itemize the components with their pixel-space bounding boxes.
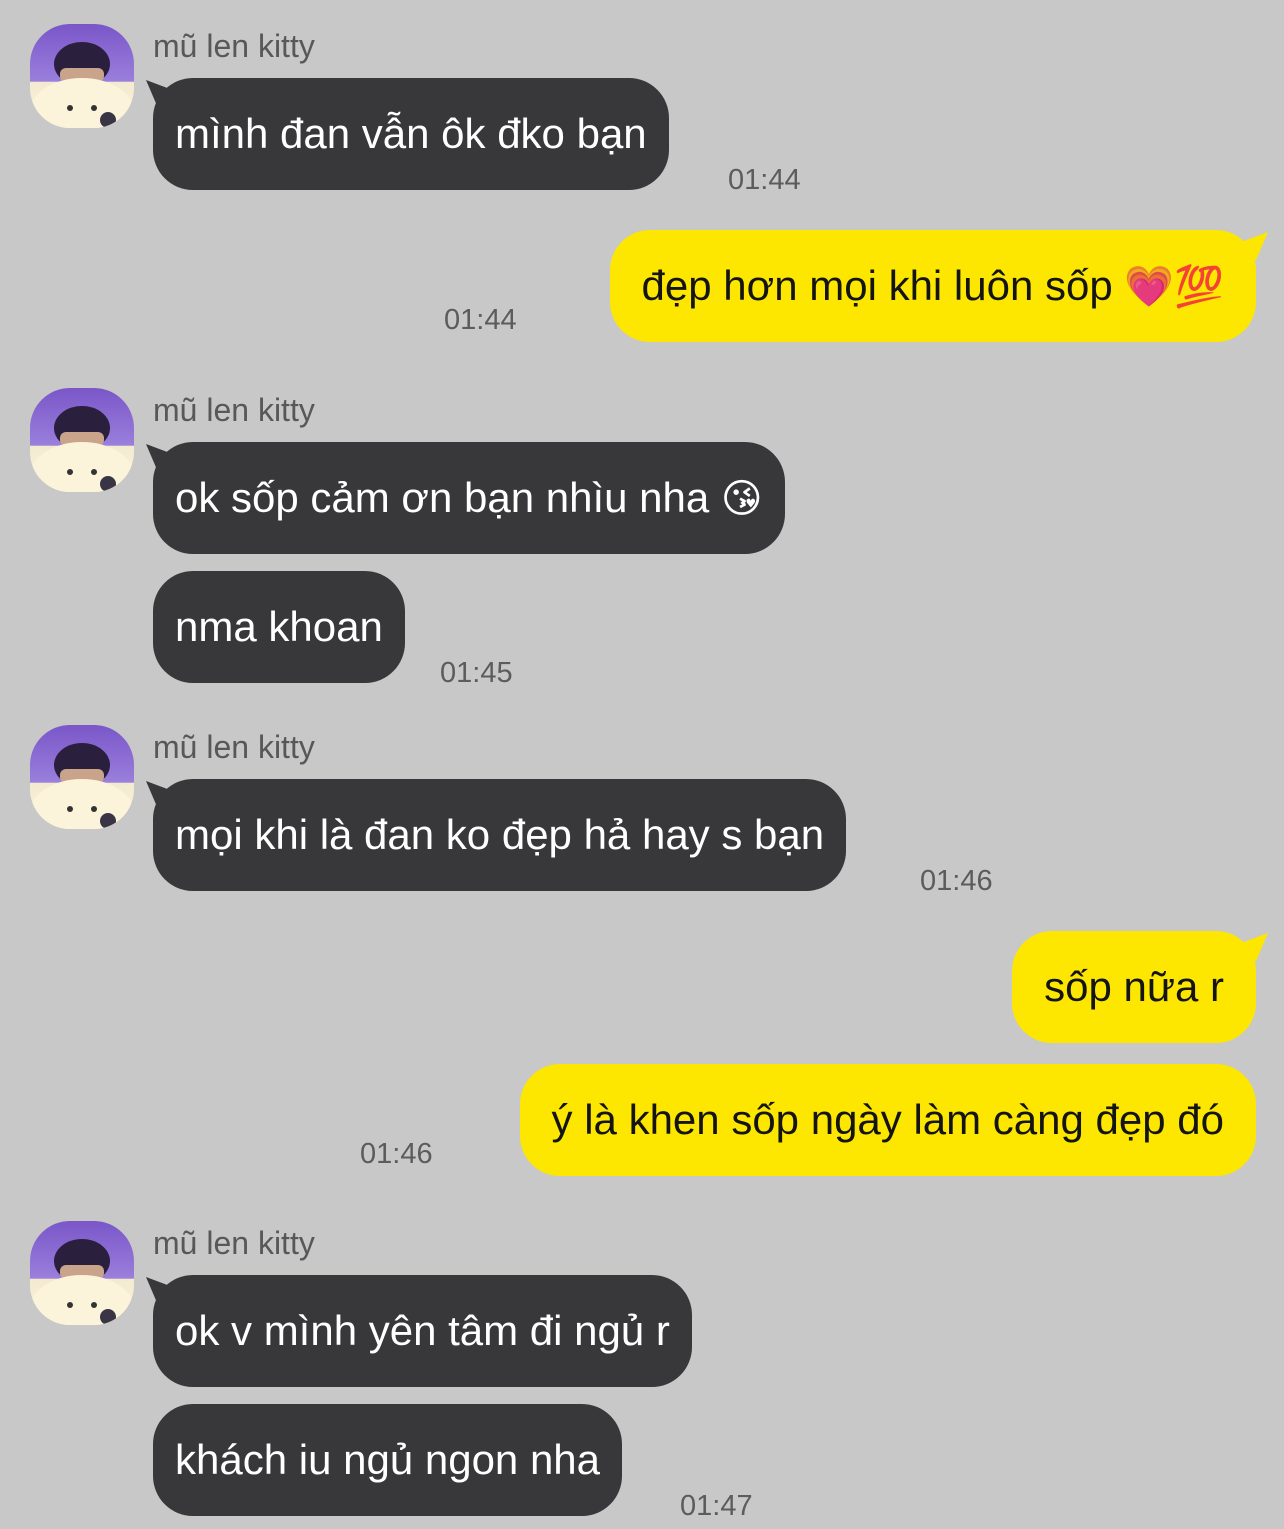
incoming-message-bubble[interactable]: khách iu ngủ ngon nha [153, 1404, 623, 1516]
incoming-message-bubble[interactable]: ok v mình yên tâm đi ngủ r [153, 1275, 692, 1387]
user-avatar-icon [30, 1239, 134, 1325]
sender-name: mũ len kitty [153, 729, 315, 765]
kiss-face-emoji: 😘 [720, 476, 763, 522]
sender-avatar[interactable] [30, 725, 134, 829]
incoming-message-bubble[interactable]: mọi khi là đan ko đẹp hả hay s bạn [153, 779, 847, 891]
message-text: ok v mình yên tâm đi ngủ r [175, 1307, 670, 1354]
user-avatar-icon [30, 406, 134, 492]
message-timestamp: 01:46 [360, 1138, 433, 1170]
sender-avatar[interactable] [30, 388, 134, 492]
incoming-message-bubble[interactable]: ok sốp cảm ơn bạn nhìu nha 😘 [153, 442, 785, 554]
outgoing-message-bubble[interactable]: đẹp hơn mọi khi luôn sốp 💗💯 [609, 230, 1256, 342]
message-timestamp: 01:44 [444, 304, 517, 336]
message-text: đẹp hơn mọi khi luôn sốp [641, 262, 1113, 309]
heart-hundred-emoji: 💗💯 [1124, 264, 1224, 310]
chat-screen: { "conversation": { "groups": [ { "sende… [0, 0, 1284, 1529]
message-text: mọi khi là đan ko đẹp hả hay s bạn [175, 811, 825, 858]
incoming-message-bubble[interactable]: mình đan vẫn ôk đko bạn [153, 78, 669, 190]
message-text: khách iu ngủ ngon nha [175, 1436, 601, 1483]
message-timestamp: 01:44 [728, 164, 801, 196]
message-text: sốp nữa r [1044, 963, 1224, 1010]
message-text: nma khoan [175, 603, 383, 650]
sender-avatar[interactable] [30, 1221, 134, 1325]
sender-name: mũ len kitty [153, 1225, 315, 1261]
sender-name: mũ len kitty [153, 392, 315, 428]
message-timestamp: 01:47 [680, 1490, 753, 1522]
user-avatar-icon [30, 743, 134, 829]
message-text: ý là khen sốp ngày làm càng đẹp đó [551, 1096, 1224, 1143]
outgoing-message-bubble[interactable]: ý là khen sốp ngày làm càng đẹp đó [519, 1064, 1256, 1176]
sender-avatar[interactable] [30, 24, 134, 128]
user-avatar-icon [30, 42, 134, 128]
sender-name: mũ len kitty [153, 28, 315, 64]
message-text: mình đan vẫn ôk đko bạn [175, 110, 647, 157]
outgoing-message-bubble[interactable]: sốp nữa r [1012, 931, 1256, 1043]
incoming-message-bubble[interactable]: nma khoan [153, 571, 405, 683]
message-text: ok sốp cảm ơn bạn nhìu nha [175, 474, 710, 521]
message-timestamp: 01:45 [440, 657, 513, 689]
message-timestamp: 01:46 [920, 865, 993, 897]
